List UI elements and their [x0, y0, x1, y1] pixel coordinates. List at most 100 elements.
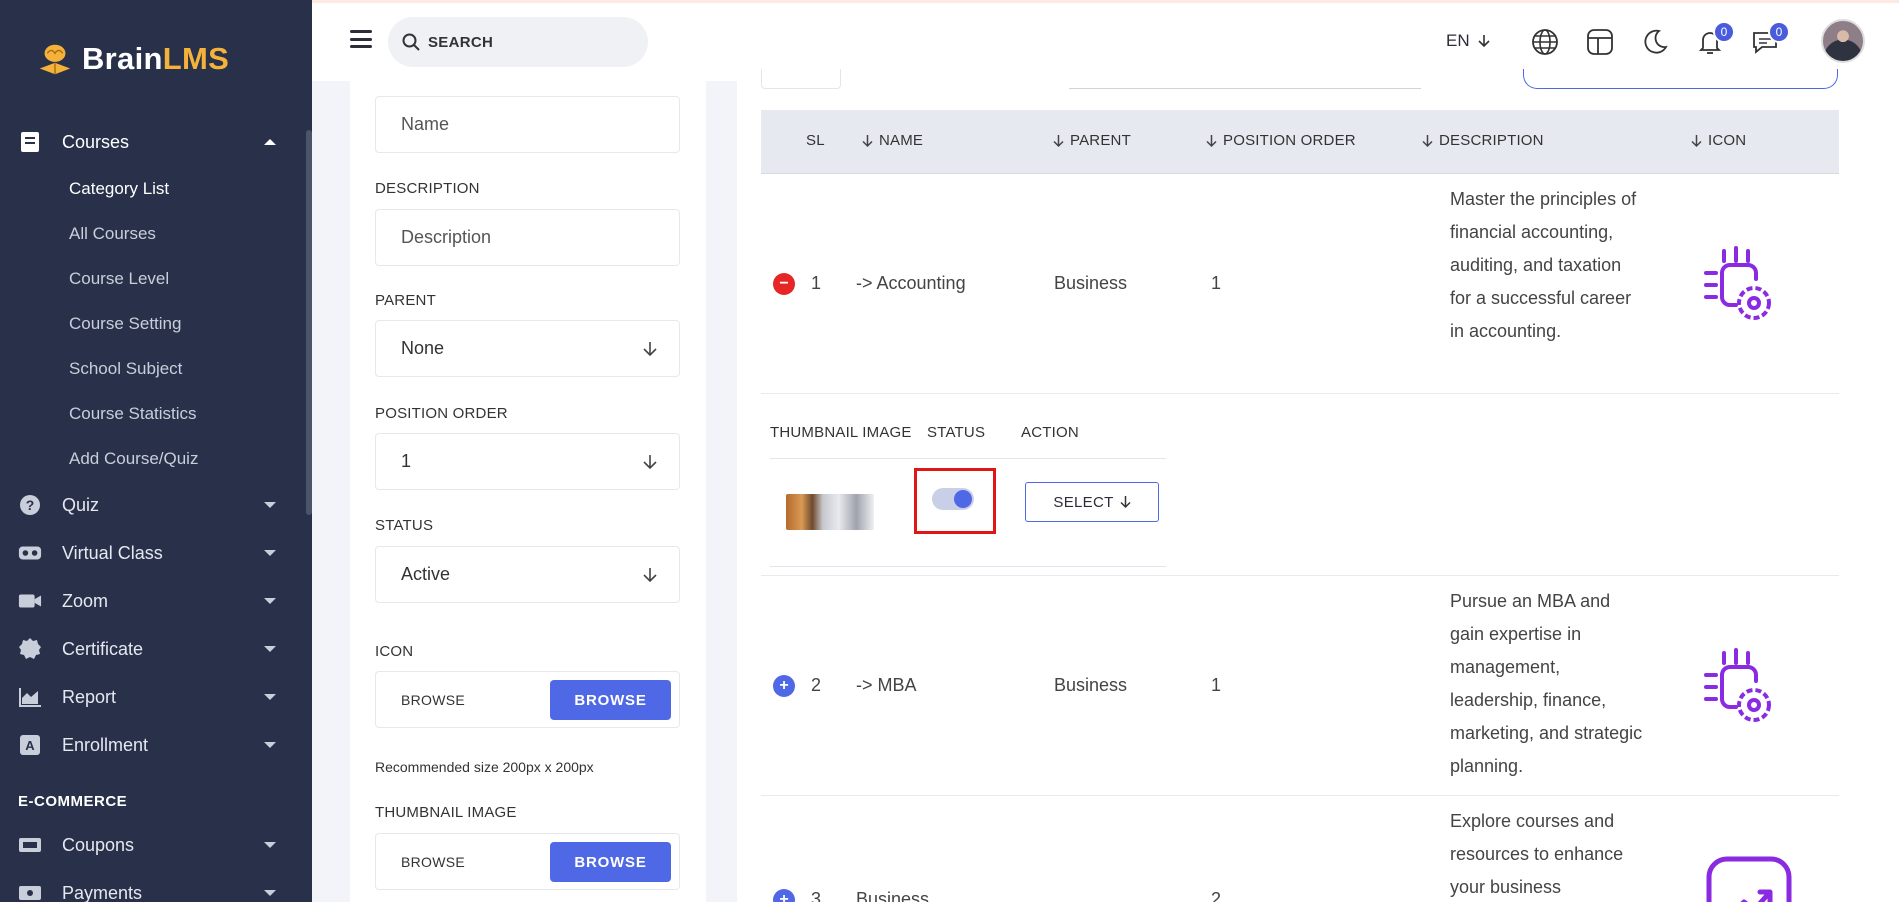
- position-order-select[interactable]: 1: [375, 433, 680, 490]
- sidebar-nav: Courses Category List All Courses Course…: [0, 118, 306, 902]
- status-select[interactable]: Active: [375, 546, 680, 603]
- question-icon: ?: [18, 493, 42, 517]
- column-position-order[interactable]: POSITION ORDER: [1206, 132, 1356, 149]
- sidebar-item-label: Report: [62, 686, 117, 707]
- parent-select[interactable]: None: [375, 320, 680, 377]
- sidebar-item-label: Certificate: [62, 638, 144, 659]
- submenu-item-add-course-quiz[interactable]: Add Course/Quiz: [69, 436, 306, 481]
- thumbnail-browse-button[interactable]: BROWSE: [550, 842, 671, 882]
- sidebar-scrollbar[interactable]: [306, 130, 312, 515]
- status-label: STATUS: [375, 517, 434, 534]
- coupon-icon: [18, 833, 42, 857]
- sidebar-item-courses[interactable]: Courses: [0, 118, 306, 166]
- messages-count-badge: 0: [1768, 21, 1790, 43]
- action-select-label: SELECT: [1053, 493, 1114, 511]
- submenu-item-course-level[interactable]: Course Level: [69, 256, 306, 301]
- name-field[interactable]: [375, 96, 680, 153]
- book-icon: [18, 130, 42, 154]
- thumbnail-image-label: THUMBNAIL IMAGE: [375, 804, 517, 821]
- sidebar-item-certificate[interactable]: Certificate: [0, 625, 306, 673]
- search-input[interactable]: [428, 33, 628, 51]
- column-description[interactable]: DESCRIPTION: [1422, 132, 1544, 149]
- sidebar-item-report[interactable]: Report: [0, 673, 306, 721]
- expand-row-icon[interactable]: +: [773, 675, 795, 697]
- submenu-item-category-list[interactable]: Category List: [69, 166, 306, 211]
- submenu-item-school-subject[interactable]: School Subject: [69, 346, 306, 391]
- sidebar-item-quiz[interactable]: ? Quiz: [0, 481, 306, 529]
- row-sl: 1: [811, 273, 822, 293]
- search-bar[interactable]: [388, 17, 648, 67]
- sidebar-item-enrollment[interactable]: A Enrollment: [0, 721, 306, 769]
- courses-submenu: Category List All Courses Course Level C…: [0, 166, 306, 481]
- brand-logo[interactable]: BrainLMS: [36, 40, 229, 78]
- sidebar-item-label: Zoom: [62, 590, 109, 611]
- caret-down-icon: [264, 890, 276, 896]
- notifications-count-badge: 0: [1713, 21, 1735, 43]
- submenu-item-all-courses[interactable]: All Courses: [69, 211, 306, 256]
- icon-browse-button[interactable]: BROWSE: [550, 680, 671, 720]
- sidebar-item-coupons[interactable]: Coupons: [0, 821, 306, 869]
- expand-row-icon[interactable]: +: [773, 889, 795, 902]
- arrow-down-icon: [1120, 496, 1131, 509]
- sidebar-item-label: Enrollment: [62, 734, 149, 755]
- payments-icon: [18, 881, 42, 902]
- arrow-down-icon: [643, 567, 657, 582]
- row-sl: 3: [811, 889, 822, 902]
- icon-file-input[interactable]: BROWSE BROWSE: [375, 671, 680, 728]
- submenu-item-course-statistics[interactable]: Course Statistics: [69, 391, 306, 436]
- sidebar-section-ecommerce: E-COMMERCE: [18, 792, 128, 810]
- column-sl[interactable]: SL: [806, 132, 825, 149]
- brain-logo-icon: [39, 44, 71, 75]
- sidebar-item-payments[interactable]: Payments: [0, 869, 306, 902]
- column-name[interactable]: NAME: [862, 132, 923, 149]
- hamburger-menu-icon[interactable]: [350, 30, 372, 48]
- row-details-child: THUMBNAIL IMAGE STATUS ACTION SELECT: [761, 394, 1839, 576]
- description-field[interactable]: [375, 209, 680, 266]
- enrollment-icon: A: [18, 733, 42, 757]
- settings-gear-icon: [1704, 648, 1771, 722]
- description-input[interactable]: [401, 227, 651, 248]
- sidebar-item-label: Coupons: [62, 834, 135, 855]
- messages-button[interactable]: 0: [1750, 21, 1790, 57]
- collapse-row-icon[interactable]: −: [773, 273, 795, 295]
- action-select-button[interactable]: SELECT: [1025, 482, 1159, 522]
- row-description: Pursue an MBA and gain expertise in mana…: [1450, 591, 1643, 776]
- sidebar-item-label: Courses: [62, 131, 130, 152]
- icon-file-text: BROWSE: [401, 691, 466, 708]
- page-length-select[interactable]: [761, 69, 841, 89]
- sidebar-item-virtual-class[interactable]: Virtual Class: [0, 529, 306, 577]
- user-avatar[interactable]: [1821, 19, 1865, 63]
- sidebar-item-zoom[interactable]: Zoom: [0, 577, 306, 625]
- sort-arrow-icon: [1206, 134, 1217, 147]
- row-name: -> MBA: [856, 675, 917, 695]
- sidebar-item-label: Quiz: [62, 494, 100, 515]
- search-icon: [402, 33, 420, 51]
- sort-arrow-icon: [1053, 134, 1064, 147]
- sort-arrow-icon: [1422, 134, 1433, 147]
- table-row: − 1 -> Accounting Business 1 Master the …: [761, 174, 1839, 394]
- child-footer-divider: [770, 566, 1166, 567]
- table-row: + 3 Business 2 Explore courses and resou…: [761, 796, 1839, 902]
- parent-select-value: None: [401, 338, 445, 358]
- sort-arrow-icon: [862, 134, 873, 147]
- column-parent[interactable]: PARENT: [1053, 132, 1131, 149]
- column-icon[interactable]: ICON: [1691, 132, 1746, 149]
- thumbnail-file-input[interactable]: BROWSE BROWSE: [375, 833, 680, 890]
- caret-down-icon: [264, 598, 276, 604]
- notifications-button[interactable]: 0: [1695, 21, 1735, 57]
- submenu-item-course-setting[interactable]: Course Setting: [69, 301, 306, 346]
- category-table-panel: SL NAME PARENT POSITION ORDER DESCRIPTIO…: [737, 69, 1899, 902]
- dark-mode-moon-icon[interactable]: [1640, 27, 1670, 57]
- language-selector[interactable]: EN: [1446, 31, 1490, 51]
- globe-icon[interactable]: [1530, 27, 1560, 57]
- layout-icon[interactable]: [1585, 27, 1615, 57]
- thumbnail-image: [786, 494, 874, 530]
- export-buttons-group[interactable]: [1523, 69, 1838, 89]
- table-search-input[interactable]: [1069, 69, 1421, 89]
- row-description: Explore courses and resources to enhance…: [1450, 811, 1624, 897]
- category-form-panel: DESCRIPTION PARENT None POSITION ORDER 1…: [350, 81, 706, 902]
- name-input[interactable]: [401, 114, 651, 135]
- row-parent: Business: [1054, 675, 1128, 695]
- size-hint: Recommended size 200px x 200px: [375, 759, 594, 775]
- status-select-value: Active: [401, 564, 451, 584]
